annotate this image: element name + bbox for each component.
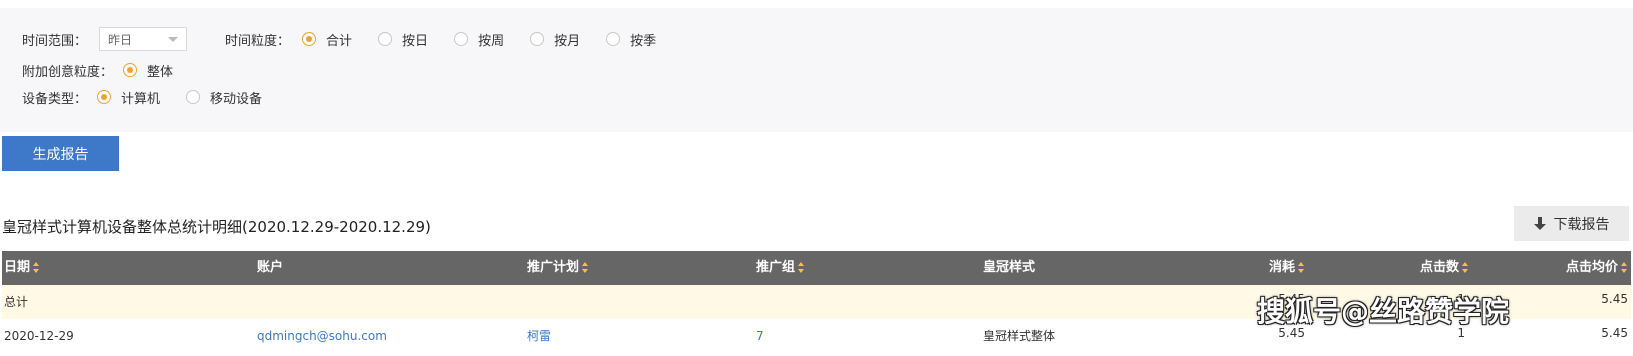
time-range-label: 时间范围： (22, 33, 88, 49)
granularity-label: 时间粒度： (225, 33, 291, 49)
radio-device-mobile[interactable]: 移动设备 (186, 88, 262, 107)
generate-report-button[interactable]: 生成报告 (2, 136, 119, 171)
device-filter-row: 设备类型： 计算机 移动设备 (22, 86, 262, 108)
download-report-button[interactable]: 下载报告 (1514, 206, 1629, 241)
column-header-label: 皇冠样式 (983, 260, 1036, 275)
radio-granularity-month[interactable]: 按月 (530, 30, 580, 49)
radio-label: 按周 (478, 33, 505, 49)
download-arrow-icon (1533, 216, 1546, 230)
radio-label: 按季 (630, 33, 657, 49)
column-header-label: 点击数 (1419, 260, 1459, 275)
cell-avg-price: 5.45 (1601, 326, 1628, 340)
creative-label: 附加创意粒度： (22, 64, 114, 80)
sort-icon (1621, 262, 1628, 273)
device-radio-group: 计算机 移动设备 (97, 88, 262, 107)
device-label: 设备类型： (22, 91, 88, 107)
report-title: 皇冠样式计算机设备整体总统计明细(2020.12.29-2020.12.29) (2, 218, 431, 236)
radio-unchecked-icon (530, 32, 545, 46)
column-header-date[interactable]: 日期 (4, 251, 40, 285)
filter-panel: 时间范围： 昨日 时间粒度： 合计 按日 按周 按月 按季 附加创意粒度： 整体… (0, 8, 1633, 132)
column-header-label: 消耗 (1268, 260, 1295, 275)
column-header-plan[interactable]: 推广计划 (527, 251, 589, 285)
watermark: 搜狐号@丝路赞学院 (1257, 295, 1510, 328)
radio-label: 移动设备 (210, 91, 263, 107)
radio-label: 合计 (326, 33, 353, 49)
radio-granularity-week[interactable]: 按周 (454, 30, 504, 49)
sort-icon (1298, 262, 1305, 273)
granularity-radio-group: 合计 按日 按周 按月 按季 (302, 30, 656, 49)
total-label: 总计 (4, 295, 29, 309)
time-range-value: 昨日 (108, 32, 133, 47)
time-range-select[interactable]: 昨日 (99, 27, 188, 51)
cell-date: 2020-12-29 (4, 329, 74, 343)
radio-label: 整体 (147, 64, 174, 80)
sort-icon (798, 262, 805, 273)
radio-granularity-quarter[interactable]: 按季 (606, 30, 656, 49)
column-header-account: 账户 (257, 251, 283, 285)
total-avg-price: 5.45 (1601, 292, 1628, 306)
radio-unchecked-icon (454, 32, 469, 46)
time-filter-row: 时间范围： 昨日 时间粒度： 合计 按日 按周 按月 按季 (22, 27, 656, 51)
column-header-label: 推广计划 (527, 260, 580, 275)
radio-unchecked-icon (378, 32, 393, 46)
sort-icon (1462, 262, 1469, 273)
radio-checked-icon (97, 90, 112, 104)
sort-icon (33, 262, 40, 273)
radio-granularity-total[interactable]: 合计 (302, 30, 352, 49)
column-header-cost[interactable]: 消耗 (1269, 251, 1305, 285)
column-header-avg-price[interactable]: 点击均价 (1566, 251, 1628, 285)
cell-plan-link[interactable]: 柯雷 (527, 319, 551, 353)
radio-device-computer[interactable]: 计算机 (97, 88, 160, 107)
radio-label: 按日 (402, 33, 429, 49)
column-header-label: 点击均价 (1565, 260, 1618, 275)
creative-radio-group: 整体 (123, 61, 173, 80)
chevron-down-icon (168, 36, 179, 42)
creative-filter-row: 附加创意粒度： 整体 (22, 59, 173, 81)
column-header-label: 推广组 (756, 260, 796, 275)
column-header-style: 皇冠样式 (983, 251, 1035, 285)
radio-label: 计算机 (121, 91, 161, 107)
radio-granularity-day[interactable]: 按日 (378, 30, 428, 49)
download-report-label: 下载报告 (1553, 216, 1610, 233)
radio-unchecked-icon (606, 32, 621, 46)
column-header-label: 日期 (4, 260, 31, 275)
column-header-label: 账户 (257, 260, 284, 275)
radio-unchecked-icon (186, 90, 201, 104)
radio-label: 按月 (554, 33, 581, 49)
cell-style: 皇冠样式整体 (983, 329, 1056, 343)
column-header-clicks[interactable]: 点击数 (1420, 251, 1469, 285)
radio-checked-icon (302, 32, 317, 46)
sort-icon (582, 262, 589, 273)
cell-account-link[interactable]: qdmingch@sohu.com (257, 319, 387, 353)
column-header-group[interactable]: 推广组 (756, 251, 805, 285)
radio-checked-icon (123, 63, 138, 77)
cell-group-link[interactable]: 7 (756, 319, 764, 353)
radio-creative-all[interactable]: 整体 (123, 61, 173, 80)
table-header: 日期 账户 推广计划 推广组 皇冠样式 消耗 点击数 点击均价 (2, 251, 1631, 285)
